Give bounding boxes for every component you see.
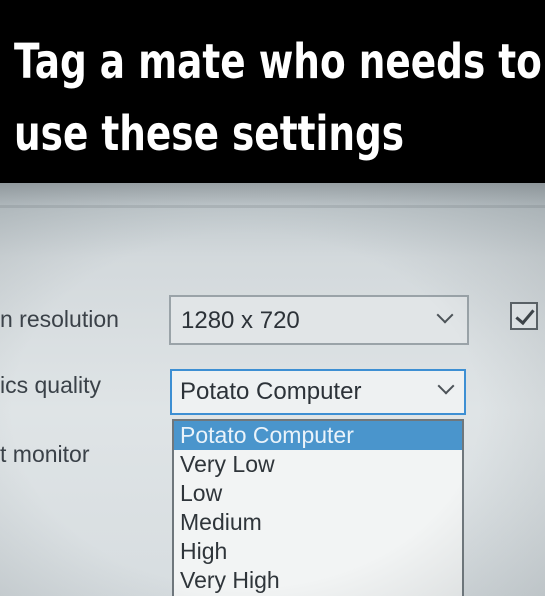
quality-value: Potato Computer — [180, 378, 362, 405]
dropdown-option-very-high[interactable]: Very High — [174, 566, 462, 595]
resolution-value: 1280 x 720 — [181, 307, 300, 334]
checkmark-icon — [515, 304, 535, 326]
divider — [0, 205, 545, 208]
resolution-label: n resolution — [0, 306, 119, 332]
window-edge — [0, 183, 545, 205]
chevron-down-icon — [437, 377, 455, 395]
dropdown-option-medium[interactable]: Medium — [174, 508, 462, 537]
dropdown-option-very-low[interactable]: Very Low — [174, 450, 462, 479]
meme-caption: Tag a mate who needs to use these settin… — [0, 0, 545, 183]
monitor-label: t monitor — [0, 441, 90, 467]
resolution-select[interactable]: 1280 x 720 — [169, 295, 469, 345]
quality-label: ics quality — [0, 372, 101, 398]
caption-line-1: Tag a mate who needs to — [14, 34, 542, 90]
resolution-checkbox[interactable] — [510, 302, 538, 330]
settings-photo: n resolution ics quality t monitor 1280 … — [0, 183, 545, 596]
dropdown-option-potato-computer[interactable]: Potato Computer — [174, 421, 462, 450]
quality-select[interactable]: Potato Computer — [170, 369, 466, 415]
dropdown-option-high[interactable]: High — [174, 537, 462, 566]
quality-dropdown-list: Potato Computer Very Low Low Medium High… — [172, 419, 464, 596]
dropdown-option-low[interactable]: Low — [174, 479, 462, 508]
chevron-down-icon — [436, 306, 454, 324]
caption-line-2: use these settings — [14, 106, 405, 162]
